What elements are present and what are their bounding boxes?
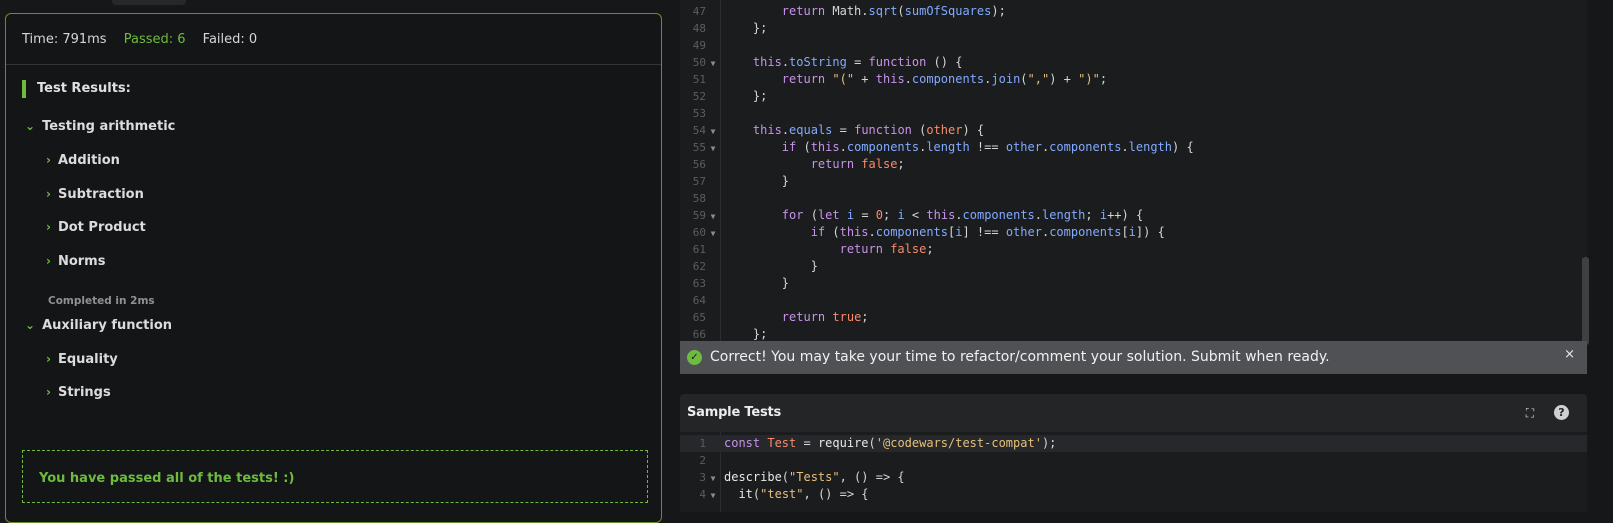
test-item-norms[interactable]: › Norms [46,254,105,269]
code-line: 48 }; [692,21,768,35]
group-auxiliary-function[interactable]: ⌄ Auxiliary function [25,318,172,333]
code-line: 47 return Math.sqrt(sumOfSquares); [692,4,1006,18]
chevron-down-icon: ⌄ [25,318,36,332]
code-line: 3 ▼ describe("Tests", () => { [680,469,1587,486]
test-item-label: Equality [57,352,118,367]
fold-arrow-icon: ▼ [710,59,716,68]
divider [6,64,661,65]
fold-arrow-icon: ▼ [710,229,716,238]
code-line: 58 [692,192,706,205]
fold-arrow-icon: ▼ [710,144,716,153]
close-icon[interactable]: × [1564,338,1575,371]
failed-stat: Failed: 0 [202,32,258,47]
code-line: 53 [692,107,706,120]
solution-code-editor[interactable]: 47 return Math.sqrt(sumOfSquares); 48 };… [680,0,1587,346]
completed-time: Completed in 2ms [48,295,155,307]
code-line: 1 const Test = require('@codewars/test-co… [680,435,1587,452]
test-item-label: Strings [57,385,111,400]
sample-tests-header: Sample Tests ⛶ ? [680,394,1587,432]
help-icon[interactable]: ? [1554,405,1569,420]
passed-stat: Passed: 6 [123,32,186,47]
test-item-label: Norms [57,254,106,269]
code-line: 57 } [692,174,790,188]
chevron-right-icon: › [46,352,51,366]
group-testing-arithmetic[interactable]: ⌄ Testing arithmetic [25,119,175,134]
time-stat: Time: 791ms [22,32,107,47]
top-tab-stub [112,0,186,5]
test-item-strings[interactable]: › Strings [46,385,111,400]
code-line: 60 ▼ if (this.components[i] !== other.com… [680,224,1587,241]
code-line: 56 return false; [692,157,905,171]
code-line: 63 } [692,276,790,290]
chevron-down-icon: ⌄ [25,119,36,133]
chevron-right-icon: › [46,385,51,399]
code-line: 61 return false; [692,242,934,256]
all-passed-message: You have passed all of the tests! :) [22,450,648,503]
sample-tests-title: Sample Tests [687,405,782,420]
chevron-right-icon: › [46,220,51,234]
expand-icon[interactable]: ⛶ [1523,406,1537,420]
chevron-right-icon: › [46,254,51,268]
test-item-equality[interactable]: › Equality [46,352,118,367]
fold-arrow-icon: ▼ [710,474,716,483]
chevron-right-icon: › [46,187,51,201]
fold-arrow-icon: ▼ [710,212,716,221]
code-line: 49 [692,39,706,52]
success-banner: ✓ Correct! You may take your time to ref… [680,341,1587,374]
fold-arrow-icon: ▼ [710,127,716,136]
editor-scrollbar[interactable] [1582,257,1589,345]
code-line: 65 return true; [692,310,869,324]
code-line: 55 ▼ if (this.components.length !== other… [680,139,1587,156]
test-item-addition[interactable]: › Addition [46,153,120,168]
banner-message: Correct! You may take your time to refac… [710,349,1330,365]
sample-tests-editor[interactable]: 1 const Test = require('@codewars/test-co… [680,432,1587,512]
check-icon: ✓ [687,350,702,365]
test-item-label: Dot Product [57,220,146,235]
test-item-subtraction[interactable]: › Subtraction [46,187,144,202]
code-line: 52 }; [692,89,768,103]
test-results-panel: Time: 791ms Passed: 6 Failed: 0 Test Res… [5,13,662,523]
test-item-label: Subtraction [57,187,144,202]
test-stats: Time: 791ms Passed: 6 Failed: 0 [22,32,270,47]
code-line: 62 } [692,259,818,273]
code-line: 54 ▼ this.equals = function (other) { [680,122,1587,139]
code-line: 50 ▼ this.toString = function () { [680,54,1587,71]
code-line: 2 [699,454,706,467]
code-line: 59 ▼ for (let i = 0; i < this.components.… [680,207,1587,224]
group-label: Auxiliary function [42,318,173,333]
group-label: Testing arithmetic [42,119,176,134]
chevron-right-icon: › [46,153,51,167]
test-results-heading: Test Results: [22,80,131,98]
code-line: 51 return "(" + this.components.join(","… [692,72,1108,86]
code-line: 4 ▼ it("test", () => { [680,486,1587,503]
test-item-dot-product[interactable]: › Dot Product [46,220,146,235]
code-line: 64 [692,294,706,307]
fold-arrow-icon: ▼ [710,491,716,500]
test-item-label: Addition [57,153,120,168]
